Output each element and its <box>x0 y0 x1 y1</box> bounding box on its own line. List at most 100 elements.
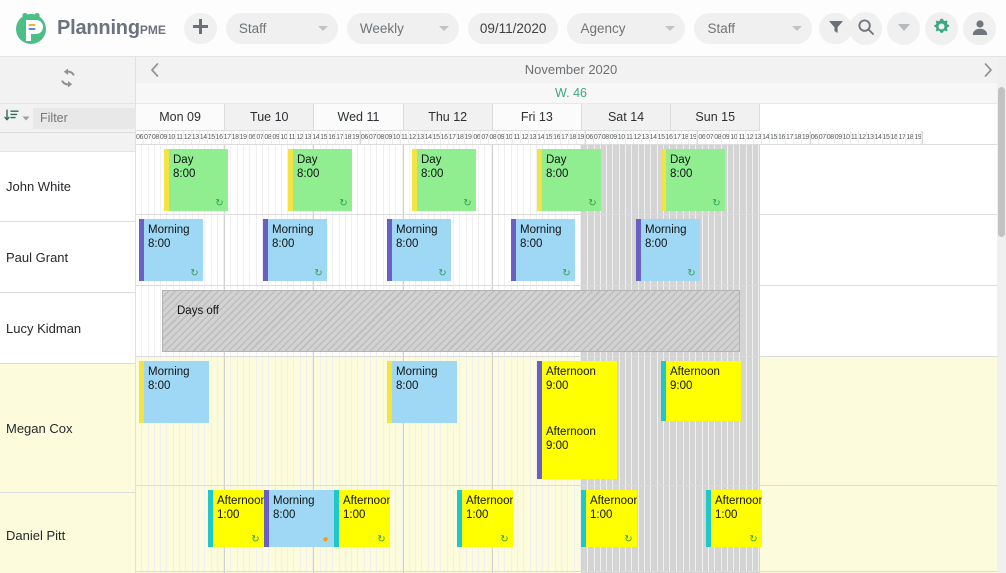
hour-gridline <box>651 145 658 214</box>
month-label: November 2020 <box>524 62 618 77</box>
hour-tick-12: 12 <box>184 131 192 144</box>
resource-type-select[interactable]: Staff <box>225 12 338 44</box>
hour-tick-06: 06 <box>361 131 369 144</box>
hour-tick-08: 08 <box>152 131 160 144</box>
settings-button[interactable] <box>925 11 958 45</box>
hour-gridline <box>136 286 143 356</box>
day-header-3[interactable]: Thu 12 <box>403 104 493 131</box>
resource-label: Daniel Pitt <box>6 528 66 543</box>
hour-gridline <box>231 357 238 485</box>
day-header-0[interactable]: Mon 09 <box>136 104 226 131</box>
event-block[interactable]: Day 8:00 ↻ <box>661 149 725 211</box>
vertical-scrollbar[interactable] <box>997 57 1006 573</box>
date-input[interactable]: 09/11/2020 <box>467 12 559 44</box>
resource-name-cell-1[interactable]: Paul Grant <box>0 222 136 293</box>
hour-tick-16: 16 <box>666 131 674 144</box>
filter-button[interactable] <box>819 12 853 44</box>
hour-gridline <box>238 357 245 485</box>
hour-gridline <box>493 145 500 214</box>
day-header-1[interactable]: Tue 10 <box>225 104 315 131</box>
event-block[interactable]: Morning 8:00 ↻ <box>387 219 451 281</box>
sort-dropdown-caret-icon[interactable] <box>22 109 30 127</box>
resource-name-cell-2[interactable]: Lucy Kidman <box>0 293 136 364</box>
day-header-row: Mon 09 Tue 10 Wed 11 Thu 12 Fri 13 Sat 14 Sun … <box>136 104 1006 131</box>
event-block[interactable]: Afternoon 1:00 ↻ <box>208 490 264 547</box>
schedule-row-3: Morning 8:00 Morning 8:00 Afternoon 9:00 After… <box>136 357 1006 486</box>
hour-tick-08: 08 <box>714 131 723 144</box>
event-block[interactable]: Day 8:00 ↻ <box>164 149 228 211</box>
hour-gridline <box>244 357 251 485</box>
day-header-5[interactable]: Sat 14 <box>581 104 672 131</box>
hour-gridline <box>734 215 741 285</box>
staff-filter-value: Staff <box>707 20 735 36</box>
date-value: 09/11/2020 <box>479 20 547 36</box>
resource-name-cell-4[interactable]: Daniel Pitt <box>0 493 136 573</box>
hour-ruler-day-6: 06 07 08 09 10 11 12 13 14 15 16 17 18 19 <box>811 131 924 144</box>
hour-gridline <box>257 145 263 214</box>
event-duration: 8:00 <box>421 168 444 181</box>
previous-week-button[interactable] <box>142 57 166 83</box>
event-block[interactable]: Morning 8:00 ● <box>264 490 334 547</box>
search-button[interactable] <box>849 11 882 45</box>
event-title: Afternoon <box>546 426 596 438</box>
hour-tick-11: 11 <box>738 131 747 144</box>
staff-filter-select[interactable]: Staff <box>694 12 813 44</box>
event-block[interactable]: Day 8:00 ↻ <box>537 149 601 211</box>
event-block[interactable]: Morning 8:00 <box>139 361 209 423</box>
add-event-button[interactable] <box>183 12 217 44</box>
event-block[interactable]: Morning 8:00 ↻ <box>636 219 700 281</box>
hour-tick-19: 19 <box>914 131 923 144</box>
hour-tick-19: 19 <box>577 131 585 144</box>
hour-gridline <box>620 357 627 485</box>
hour-gridline <box>613 145 620 214</box>
sort-ascending-icon[interactable] <box>4 108 19 128</box>
event-block[interactable]: Morning 8:00 <box>387 361 457 423</box>
day-header-4[interactable]: Fri 13 <box>492 104 582 131</box>
refresh-button[interactable] <box>0 57 136 104</box>
hour-tick-12: 12 <box>746 131 755 144</box>
event-duration: 8:00 <box>520 238 543 251</box>
event-block[interactable]: Afternoon 1:00 ↻ <box>706 490 762 547</box>
hour-gridline <box>607 215 614 285</box>
hour-tick-15: 15 <box>208 131 216 144</box>
hour-ruler-day-2: 06 07 08 09 10 11 12 13 14 15 16 17 18 19 <box>361 131 474 144</box>
hour-tick-08: 08 <box>827 131 835 144</box>
hour-gridline <box>205 215 212 285</box>
hour-gridline <box>365 357 372 485</box>
event-block[interactable]: Days off <box>162 290 740 352</box>
search-icon <box>857 18 875 39</box>
user-account-button[interactable] <box>963 11 996 45</box>
resource-name-cell-3[interactable]: Megan Cox <box>0 364 136 493</box>
toolbar-dropdown-button[interactable] <box>887 11 920 45</box>
hour-tick-14: 14 <box>537 131 546 144</box>
event-block[interactable]: Afternoon 1:00 ↻ <box>581 490 637 547</box>
vertical-scrollbar-thumb[interactable] <box>998 87 1005 237</box>
event-block[interactable]: Day 8:00 ↻ <box>412 149 476 211</box>
hour-gridline <box>250 215 257 285</box>
hour-tick-09: 09 <box>610 131 618 144</box>
resource-name-cell-0[interactable]: John White <box>0 152 136 222</box>
hour-gridline <box>244 215 251 285</box>
event-block[interactable]: Morning 8:00 ↻ <box>263 219 327 281</box>
agency-filter-select[interactable]: Agency <box>567 12 686 44</box>
event-block[interactable]: Afternoon 1:00 ↻ <box>457 490 513 547</box>
event-block[interactable]: Afternoon 9:00 <box>661 361 741 421</box>
event-block[interactable]: Morning 8:00 ↻ <box>139 219 203 281</box>
hour-gridline <box>562 486 569 571</box>
event-block[interactable]: Afternoon 9:00 <box>537 421 617 479</box>
hour-gridline <box>467 357 473 485</box>
recurrence-icon: ↻ <box>588 198 597 209</box>
day-header-6[interactable]: Sun 15 <box>671 104 761 131</box>
hour-gridline <box>269 145 276 214</box>
sidebar-hour-spacer <box>0 133 136 152</box>
event-block[interactable]: Morning 8:00 ↻ <box>511 219 575 281</box>
view-mode-select[interactable]: Weekly <box>346 12 459 44</box>
event-block[interactable]: Afternoon 1:00 ↻ <box>334 490 390 547</box>
hour-tick-19: 19 <box>352 131 361 144</box>
sidebar-filter-bar <box>0 104 201 133</box>
hour-tick-14: 14 <box>312 131 321 144</box>
hour-tick-06: 06 <box>586 131 594 144</box>
day-header-2[interactable]: Wed 11 <box>314 104 404 131</box>
event-block[interactable]: Afternoon 9:00 <box>537 361 617 421</box>
event-block[interactable]: Day 8:00 ↻ <box>288 149 352 211</box>
